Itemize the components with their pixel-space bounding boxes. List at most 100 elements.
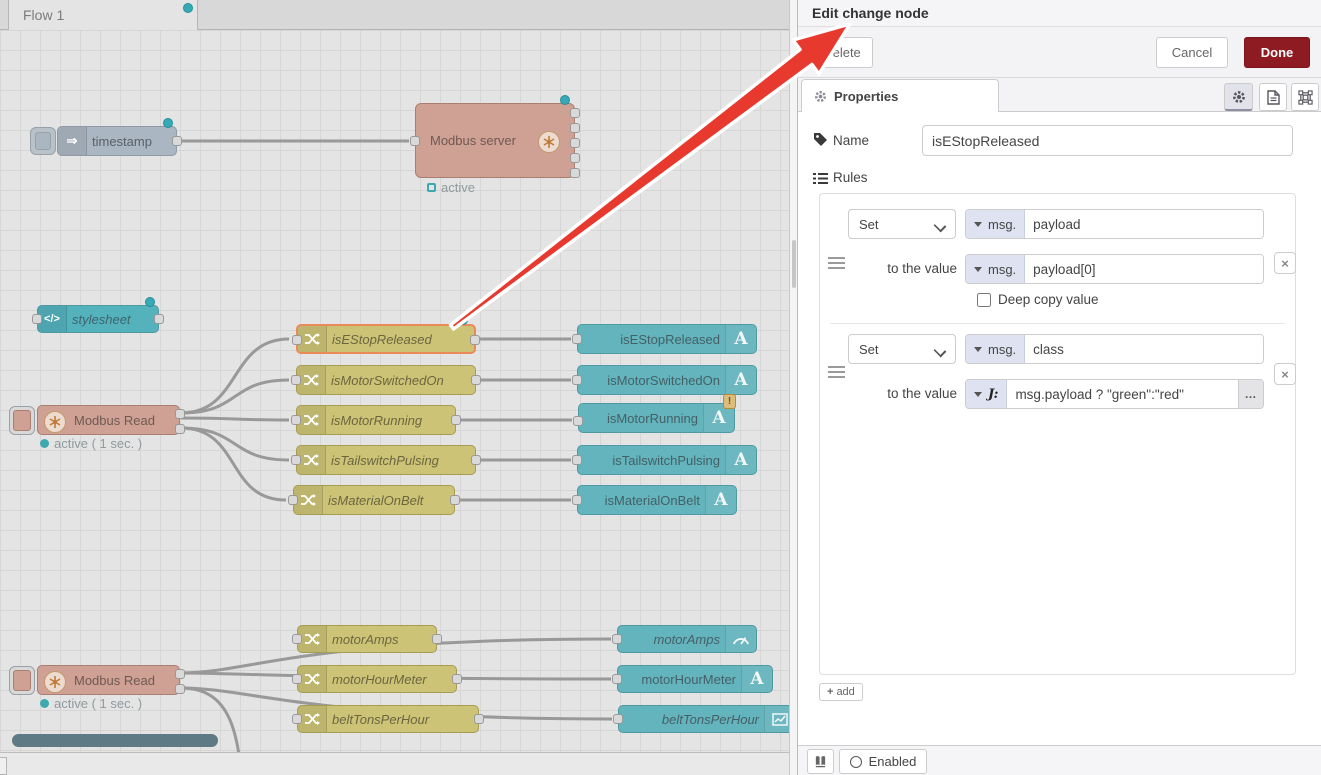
flow-canvas[interactable]: Flow 1 ⇒ timestamp (0, 0, 789, 775)
node-ui-gauge-motorAmps[interactable]: motorAmps (617, 625, 757, 653)
done-button[interactable]: Done (1244, 37, 1310, 68)
rule1-value-type[interactable]: msg. (966, 255, 1025, 283)
input-port[interactable] (572, 334, 582, 344)
rule2-value-field[interactable]: J: … (965, 379, 1264, 409)
output-port[interactable] (450, 495, 460, 505)
output-port[interactable] (451, 415, 461, 425)
node-ui-text-isEStopReleased[interactable]: isEStopReleased A (577, 324, 757, 354)
input-port[interactable] (32, 314, 42, 324)
node-modbus-read-top[interactable]: Modbus Read (37, 405, 180, 435)
rule1-drag-handle[interactable] (828, 257, 845, 270)
input-port[interactable] (612, 634, 622, 644)
input-port[interactable] (292, 335, 302, 345)
input-port[interactable] (291, 375, 301, 385)
output-port[interactable] (172, 136, 182, 146)
node-ui-text-isMotorSwitchedOn[interactable]: isMotorSwitchedOn A (577, 365, 757, 395)
node-template-stylesheet[interactable]: </> stylesheet (37, 305, 159, 333)
rule1-value-field[interactable]: msg. (965, 254, 1264, 284)
description-icon-button[interactable] (1259, 83, 1287, 111)
rule2-value-type[interactable]: J: (966, 380, 1007, 408)
vertical-scrollbar-thumb[interactable] (792, 240, 796, 288)
node-ui-text-motorHourMeter[interactable]: motorHourMeter A (617, 665, 773, 693)
modbus-read-button[interactable] (9, 406, 35, 435)
input-port[interactable] (572, 495, 582, 505)
output-port[interactable] (474, 714, 484, 724)
input-port[interactable] (612, 674, 622, 684)
properties-icon-button[interactable] (1224, 83, 1253, 111)
horizontal-scrollbar[interactable] (12, 734, 218, 747)
output-port[interactable] (470, 335, 480, 345)
node-change-motorAmps[interactable]: motorAmps (297, 625, 437, 653)
rule1-property-input[interactable] (1025, 210, 1263, 238)
input-port[interactable] (288, 495, 298, 505)
name-input[interactable] (922, 125, 1293, 156)
node-ui-text-isTailswitchPulsing[interactable]: isTailswitchPulsing A (577, 445, 757, 475)
node-change-beltTonsPerHour[interactable]: beltTonsPerHour (297, 705, 479, 733)
rule1-delete-button[interactable]: × (1274, 252, 1296, 274)
input-port[interactable] (291, 455, 301, 465)
output-port[interactable] (570, 123, 580, 133)
output-port[interactable] (175, 684, 185, 694)
node-ui-chart-beltTonsPerHour[interactable]: beltTonsPerHour (618, 705, 789, 733)
rule2-property-field[interactable]: msg. (965, 334, 1264, 364)
rule1-action-select[interactable]: Set (848, 209, 956, 239)
canvas-footer-widget[interactable] (0, 757, 7, 775)
rule2-action-select[interactable]: Set (848, 334, 956, 364)
node-label: isTailswitchPulsing (584, 446, 720, 474)
output-port[interactable] (471, 455, 481, 465)
node-change-isMotorSwitchedOn[interactable]: isMotorSwitchedOn (296, 365, 476, 395)
node-ui-text-isMotorRunning[interactable]: isMotorRunning A (578, 403, 735, 433)
output-port[interactable] (570, 108, 580, 118)
node-modbus-server[interactable]: Modbus server (415, 103, 575, 178)
panel-resize-handle[interactable] (789, 0, 797, 775)
input-port[interactable] (410, 136, 420, 146)
output-port[interactable] (570, 168, 580, 178)
expression-editor-button[interactable]: … (1238, 380, 1263, 408)
rule2-delete-button[interactable]: × (1274, 363, 1296, 385)
tab-flow1[interactable]: Flow 1 (8, 0, 198, 30)
rule2-value-input[interactable] (1007, 380, 1238, 408)
deep-copy-checkbox[interactable] (977, 293, 991, 307)
node-change-isTailswitchPulsing[interactable]: isTailswitchPulsing (296, 445, 476, 475)
output-port[interactable] (432, 634, 442, 644)
node-modbus-read-bottom[interactable]: Modbus Read (37, 665, 180, 695)
output-port[interactable] (471, 375, 481, 385)
input-port[interactable] (573, 416, 583, 426)
output-port[interactable] (154, 314, 164, 324)
node-inject-timestamp[interactable]: ⇒ timestamp (57, 126, 177, 156)
node-ui-text-isMaterialOnBelt[interactable]: isMaterialOnBelt A (577, 485, 737, 515)
input-port[interactable] (613, 714, 623, 724)
input-port[interactable] (572, 455, 582, 465)
node-change-isEStopReleased[interactable]: isEStopReleased (296, 324, 476, 354)
output-port[interactable] (570, 153, 580, 163)
appearance-icon-button[interactable] (1291, 83, 1319, 111)
delete-button[interactable]: Delete (811, 37, 873, 68)
input-port[interactable] (292, 714, 302, 724)
output-port[interactable] (175, 409, 185, 419)
rule1-value-input[interactable] (1025, 255, 1263, 283)
rule1-property-field[interactable]: msg. (965, 209, 1264, 239)
rule2-property-input[interactable] (1025, 335, 1263, 363)
inject-button[interactable] (30, 127, 56, 155)
node-change-isMaterialOnBelt[interactable]: isMaterialOnBelt (293, 485, 455, 515)
rule2-drag-handle[interactable] (828, 366, 845, 379)
rule1-property-type[interactable]: msg. (966, 210, 1025, 238)
input-port[interactable] (291, 415, 301, 425)
node-change-isMotorRunning[interactable]: isMotorRunning (296, 405, 456, 435)
input-port[interactable] (292, 634, 302, 644)
modbus-read-button[interactable] (9, 666, 35, 695)
output-port[interactable] (570, 138, 580, 148)
input-port[interactable] (572, 375, 582, 385)
tab-properties[interactable]: Properties (801, 79, 999, 112)
add-rule-button[interactable]: + add (819, 683, 863, 701)
node-info-button[interactable] (807, 749, 834, 774)
output-port[interactable] (452, 674, 462, 684)
warning-text: ! (728, 396, 731, 407)
output-port[interactable] (175, 424, 185, 434)
rule2-property-type[interactable]: msg. (966, 335, 1025, 363)
node-change-motorHourMeter[interactable]: motorHourMeter (297, 665, 457, 693)
enabled-toggle-button[interactable]: Enabled (839, 749, 927, 774)
output-port[interactable] (175, 669, 185, 679)
input-port[interactable] (292, 674, 302, 684)
cancel-button[interactable]: Cancel (1156, 37, 1228, 68)
